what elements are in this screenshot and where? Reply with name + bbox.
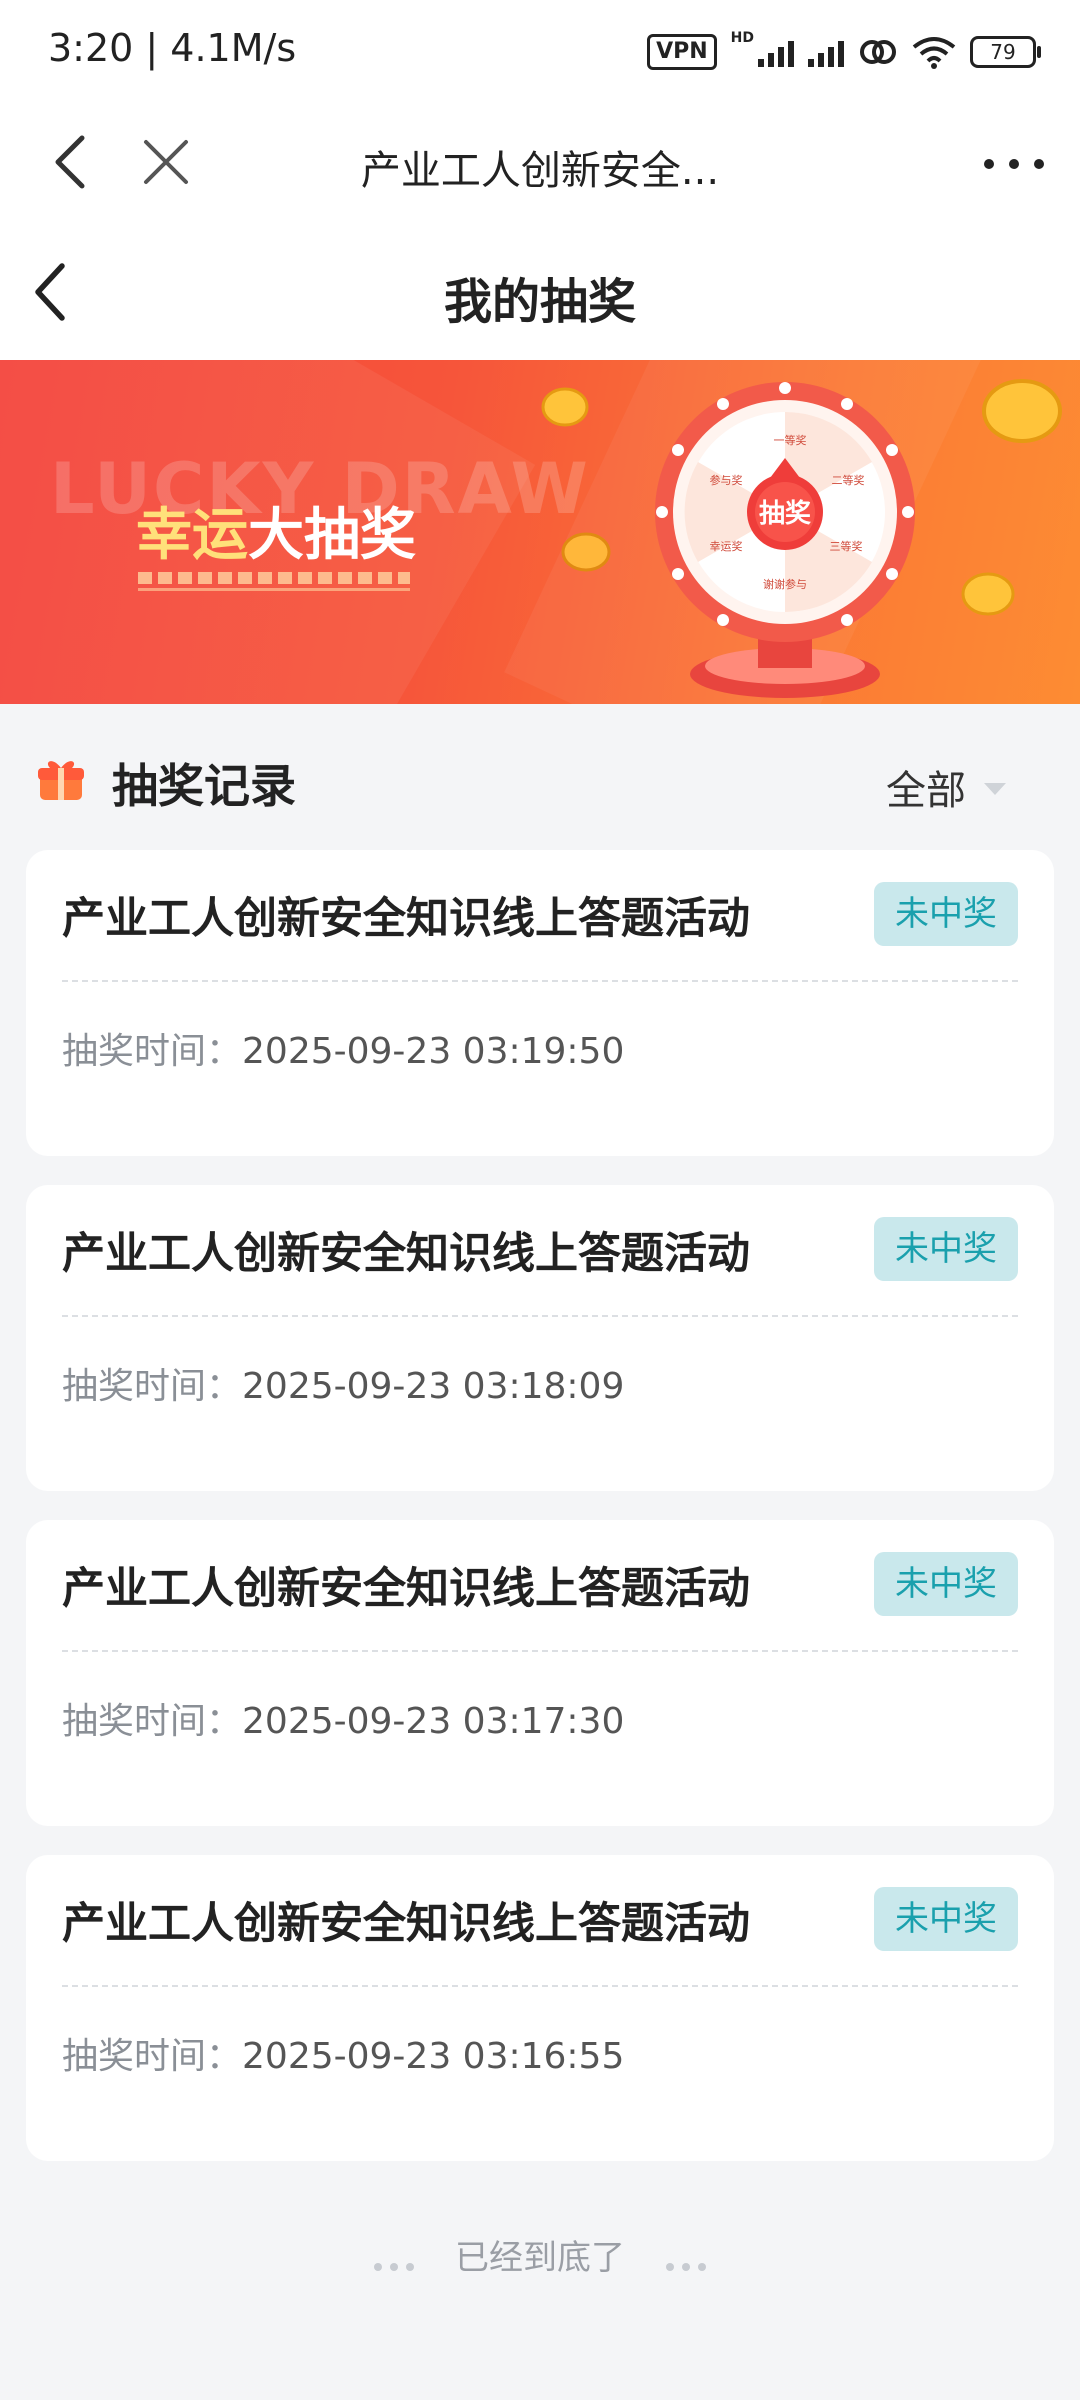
time-value: 2025-09-23 03:16:55 [242, 2036, 625, 2077]
wheel-prize-label: 三等奖 [830, 539, 863, 553]
dots-decoration [662, 2240, 710, 2280]
section-title: 抽奖记录 [112, 759, 296, 813]
banner-title: 幸运大抽奖 [136, 490, 416, 571]
end-of-list: 已经到底了 [0, 2230, 1080, 2280]
record-card[interactable]: 产业工人创新安全知识线上答题活动 未中奖 抽奖时间：2025-09-23 03:… [26, 1520, 1054, 1826]
coin-icon [541, 387, 589, 427]
coin-icon [982, 379, 1062, 443]
time-label: 抽奖时间： [62, 1701, 243, 1742]
divider [62, 980, 1018, 982]
caret-down-icon [984, 783, 1006, 795]
time-label: 抽奖时间： [62, 1031, 243, 1072]
wheel-prize-label: 一等奖 [774, 433, 807, 447]
record-time: 抽奖时间：2025-09-23 03:19:50 [62, 1022, 624, 1074]
dots-decoration [370, 2240, 418, 2280]
record-card[interactable]: 产业工人创新安全知识线上答题活动 未中奖 抽奖时间：2025-09-23 03:… [26, 1185, 1054, 1491]
wheel-prize-label: 参与奖 [710, 473, 743, 487]
time-value: 2025-09-23 03:19:50 [242, 1031, 625, 1072]
record-time: 抽奖时间：2025-09-23 03:18:09 [62, 1357, 624, 1409]
time-value: 2025-09-23 03:18:09 [242, 1366, 625, 1407]
coin-icon [561, 532, 611, 572]
divider [62, 1315, 1018, 1317]
gift-icon [38, 761, 84, 800]
lucky-wheel[interactable]: 抽奖 一等奖 二等奖 三等奖 谢谢参与 幸运奖 参与奖 [640, 374, 930, 704]
record-title: 产业工人创新安全知识线上答题活动 [62, 894, 750, 944]
time-label: 抽奖时间： [62, 1366, 243, 1407]
status-icons: VPN HD 79 [647, 30, 1041, 74]
vpn-icon: VPN [647, 34, 717, 70]
divider [62, 1650, 1018, 1652]
browser-title: 产业工人创新安全... [360, 148, 720, 194]
signal-icon-2 [808, 37, 844, 67]
record-time: 抽奖时间：2025-09-23 03:17:30 [62, 1692, 624, 1744]
banner-underline [138, 588, 410, 591]
time-value: 2025-09-23 03:17:30 [242, 1701, 625, 1742]
divider [62, 1985, 1018, 1987]
coin-icon [961, 572, 1015, 616]
record-title: 产业工人创新安全知识线上答题活动 [62, 1564, 750, 1614]
close-icon[interactable] [138, 134, 194, 190]
status-badge: 未中奖 [874, 1887, 1018, 1951]
link-icon [860, 40, 896, 64]
record-card[interactable]: 产业工人创新安全知识线上答题活动 未中奖 抽奖时间：2025-09-23 03:… [26, 1855, 1054, 2161]
banner-underline [138, 572, 410, 584]
status-badge: 未中奖 [874, 882, 1018, 946]
banner-title-rest: 大抽奖 [248, 503, 416, 568]
record-title: 产业工人创新安全知识线上答题活动 [62, 1229, 750, 1279]
filter-label: 全部 [886, 768, 966, 814]
wheel-prize-label: 二等奖 [832, 473, 865, 487]
page-header: 我的抽奖 [0, 224, 1080, 360]
end-of-list-text: 已经到底了 [455, 2238, 625, 2278]
records-section-header: 抽奖记录 全部 [0, 704, 1080, 848]
wheel-prize-label: 幸运奖 [710, 539, 743, 553]
lucky-draw-banner: LUCKY DRAW 幸运大抽奖 抽奖 一等奖 二等奖 三等奖 谢谢参与 幸运奖… [0, 360, 1080, 704]
battery-icon: 79 [970, 36, 1041, 68]
status-badge: 未中奖 [874, 1217, 1018, 1281]
record-title: 产业工人创新安全知识线上答题活动 [62, 1899, 750, 1949]
record-time: 抽奖时间：2025-09-23 03:16:55 [62, 2027, 624, 2079]
status-time-speed: 3:20 | 4.1M/s [48, 26, 297, 70]
time-label: 抽奖时间： [62, 2036, 243, 2077]
banner-title-highlight: 幸运 [136, 503, 248, 568]
wifi-icon [912, 37, 956, 69]
status-bar: 3:20 | 4.1M/s VPN HD 79 [0, 0, 1080, 104]
hd-indicator: HD [730, 30, 754, 46]
wheel-center-label: 抽奖 [759, 498, 812, 529]
filter-dropdown[interactable]: 全部 [886, 758, 1006, 816]
record-card[interactable]: 产业工人创新安全知识线上答题活动 未中奖 抽奖时间：2025-09-23 03:… [26, 850, 1054, 1156]
wheel-prize-label: 谢谢参与 [763, 577, 807, 591]
browser-toolbar: 产业工人创新安全... [0, 104, 1080, 224]
signal-icon [758, 37, 794, 67]
status-badge: 未中奖 [874, 1552, 1018, 1616]
page-title: 我的抽奖 [443, 274, 636, 330]
back-icon[interactable] [46, 132, 96, 192]
more-options-icon[interactable] [984, 144, 1044, 184]
